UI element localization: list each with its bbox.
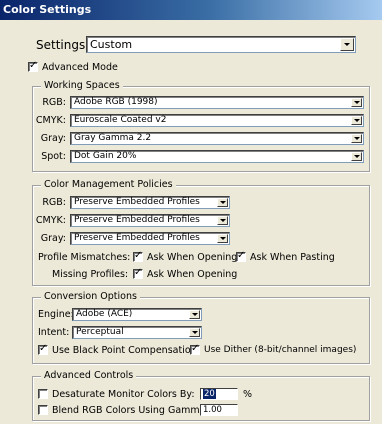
ws-cmyk-dropdown[interactable]: Euroscale Coated v2 — [70, 114, 364, 127]
ws-rgb-label: RGB: — [42, 97, 66, 108]
ws-spot-label: Spot: — [41, 151, 66, 162]
settings-label: Settings: — [36, 38, 90, 52]
settings-dropdown[interactable]: Custom — [86, 36, 356, 53]
advanced-mode-label: Advanced Mode — [42, 62, 118, 73]
policy-cmyk-dropdown[interactable]: Preserve Embedded Profiles — [70, 214, 230, 227]
advanced-mode-checkbox[interactable] — [28, 60, 38, 72]
ws-rgb-dropdown[interactable]: Adobe RGB (1998) — [70, 96, 364, 109]
working-spaces-title: Working Spaces — [41, 80, 123, 92]
dither-label: Use Dither (8-bit/channel images) — [204, 345, 357, 355]
chevron-down-icon[interactable] — [217, 234, 228, 243]
blend-gamma-input[interactable]: 1.00 — [200, 404, 238, 416]
policy-rgb-label: RGB: — [42, 197, 66, 208]
dither-checkbox[interactable] — [190, 343, 200, 355]
chevron-down-icon[interactable] — [189, 328, 200, 337]
advanced-controls-title: Advanced Controls — [41, 370, 137, 382]
missing-ask-opening-checkbox[interactable] — [133, 267, 143, 279]
chevron-down-icon[interactable] — [351, 116, 362, 125]
intent-label: Intent: — [38, 327, 70, 338]
ws-gray-dropdown[interactable]: Gray Gamma 2.2 — [70, 132, 364, 145]
intent-value: Perceptual — [76, 327, 124, 337]
profile-mismatches-label: Profile Mismatches: — [38, 252, 131, 263]
ws-gray-label: Gray: — [40, 133, 66, 144]
policy-rgb-value: Preserve Embedded Profiles — [74, 197, 200, 207]
desaturate-value: 20 — [203, 389, 216, 399]
policy-gray-label: Gray: — [40, 233, 66, 244]
missing-ask-opening-label: Ask When Opening — [147, 269, 238, 280]
blend-gamma-checkbox[interactable] — [38, 405, 48, 415]
mismatch-ask-pasting-checkbox[interactable] — [236, 250, 246, 262]
mismatch-ask-pasting-label: Ask When Pasting — [250, 252, 335, 263]
mismatch-ask-opening-label: Ask When Opening — [147, 252, 238, 263]
desaturate-input[interactable]: 20 — [200, 388, 238, 400]
missing-profiles-label: Missing Profiles: — [52, 269, 129, 280]
policy-gray-dropdown[interactable]: Preserve Embedded Profiles — [70, 232, 230, 245]
desaturate-checkbox[interactable] — [38, 389, 48, 399]
title-bar[interactable]: Color Settings — [0, 0, 382, 20]
mismatch-ask-opening-checkbox[interactable] — [133, 250, 143, 262]
ws-cmyk-label: CMYK: — [35, 115, 66, 126]
chevron-down-icon[interactable] — [217, 216, 228, 225]
policy-cmyk-value: Preserve Embedded Profiles — [74, 215, 200, 225]
chevron-down-icon[interactable] — [351, 98, 362, 107]
chevron-down-icon[interactable] — [351, 152, 362, 161]
window-title: Color Settings — [3, 3, 92, 16]
engine-dropdown[interactable]: Adobe (ACE) — [72, 308, 202, 321]
ws-rgb-value: Adobe RGB (1998) — [74, 97, 158, 107]
desaturate-label: Desaturate Monitor Colors By: — [52, 389, 195, 400]
chevron-down-icon[interactable] — [189, 310, 200, 319]
blend-gamma-value: 1.00 — [203, 405, 222, 415]
chevron-down-icon[interactable] — [217, 198, 228, 207]
policy-cmyk-label: CMYK: — [35, 215, 66, 226]
ws-spot-value: Dot Gain 20% — [74, 151, 137, 161]
chevron-down-icon[interactable] — [351, 134, 362, 143]
policy-gray-value: Preserve Embedded Profiles — [74, 233, 200, 243]
engine-value: Adobe (ACE) — [76, 309, 133, 319]
ws-gray-value: Gray Gamma 2.2 — [74, 133, 152, 143]
ws-spot-dropdown[interactable]: Dot Gain 20% — [70, 150, 364, 163]
engine-label: Engine: — [38, 309, 74, 320]
ws-cmyk-value: Euroscale Coated v2 — [74, 115, 167, 125]
blend-gamma-label: Blend RGB Colors Using Gamma: — [52, 405, 209, 416]
settings-value: Custom — [90, 38, 133, 51]
policy-rgb-dropdown[interactable]: Preserve Embedded Profiles — [70, 196, 230, 209]
chevron-down-icon[interactable] — [340, 38, 354, 51]
black-point-checkbox[interactable] — [38, 343, 48, 355]
intent-dropdown[interactable]: Perceptual — [72, 326, 202, 339]
policies-title: Color Management Policies — [41, 179, 176, 191]
desaturate-unit: % — [243, 389, 253, 400]
conversion-title: Conversion Options — [41, 291, 140, 303]
black-point-label: Use Black Point Compensation — [52, 345, 197, 356]
